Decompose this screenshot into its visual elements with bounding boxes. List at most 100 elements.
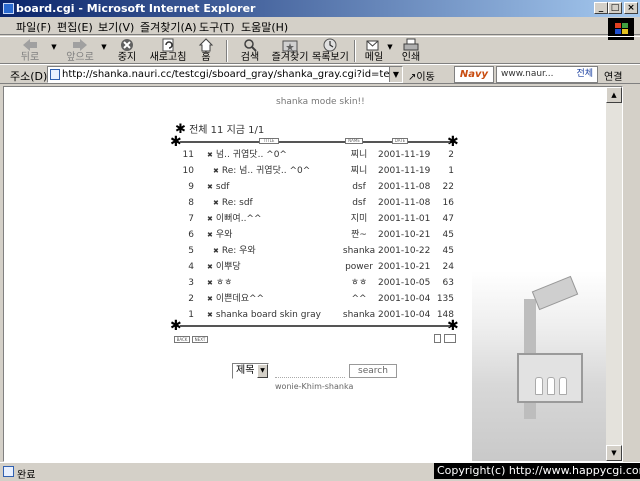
table-row[interactable]: 1 ✖ shanka board skin gray shanka 2001-10-04… [4, 307, 622, 323]
close-button[interactable]: × [624, 2, 638, 14]
post-subject-link[interactable]: ✖ 넘.. 귀엽닷.. ^0^ [207, 147, 287, 163]
links-button[interactable]: 연결 [604, 68, 622, 83]
history-icon [323, 38, 337, 52]
search-button[interactable]: 검색 [236, 37, 264, 65]
post-hits: 135 [436, 294, 454, 304]
post-hits: 16 [442, 198, 454, 208]
printer-icon [403, 38, 419, 51]
table-row[interactable]: 2 ✖ 이쁜데요^^ ^^ 2001-10-04 135 [4, 291, 622, 307]
search-input[interactable] [275, 366, 345, 378]
navy-search-input[interactable]: www.naur... 전체 [496, 66, 598, 83]
maximize-button[interactable]: □ [608, 2, 622, 14]
print-button[interactable]: 인쇄 [398, 37, 424, 65]
table-row[interactable]: 9 ✖ sdf dsf 2001-11-08 22 [4, 179, 622, 195]
post-subject-link[interactable]: ✖ 이쁜데요^^ [207, 291, 264, 307]
post-hits: 22 [442, 182, 454, 192]
menu-view[interactable]: 보기(V) [98, 19, 134, 35]
table-row[interactable]: 7 ✖ 이뻐여..^^ 지미 2001-11-01 47 [4, 211, 622, 227]
navy-logo[interactable]: Navy [454, 66, 494, 83]
post-subject-link[interactable]: ✖ Re: sdf [213, 195, 253, 211]
post-author: shanka [342, 310, 376, 320]
post-subject-link[interactable]: ✖ Re: 넘.. 귀엽닷.. ^0^ [213, 163, 310, 179]
post-author: ^^ [351, 294, 367, 304]
skin-title: shanka mode skin!! [276, 97, 365, 107]
table-row[interactable]: 8 ✖ Re: sdf dsf 2001-11-08 16 [4, 195, 622, 211]
search-field-select[interactable]: 제목 ▼ [232, 363, 269, 379]
table-row[interactable]: 3 ✖ ㅎㅎ ㅎㅎ 2001-10-05 63 [4, 275, 622, 291]
page-content: ▲ ▼ shanka mode skin!! ✱ 전체 11 지금 1/1 ✱ … [3, 86, 623, 462]
post-hits: 63 [442, 278, 454, 288]
post-hits: 47 [442, 214, 454, 224]
post-number: 6 [188, 230, 194, 240]
header-rule [180, 141, 450, 143]
menu-file[interactable]: 파일(F) [16, 19, 51, 35]
go-button[interactable]: ↗이동 [408, 68, 435, 83]
bullet-icon: ✖ [207, 279, 213, 287]
search-submit-button[interactable]: search [349, 364, 397, 378]
post-date: 2001-11-08 [378, 198, 431, 208]
post-hits: 2 [448, 150, 454, 160]
bullet-icon: ✖ [213, 247, 219, 255]
post-subject-link[interactable]: ✖ 우와 [207, 227, 232, 243]
scroll-down-icon[interactable]: ▼ [606, 445, 622, 461]
menu-help[interactable]: 도움말(H) [241, 19, 288, 35]
post-date: 2001-10-04 [378, 294, 431, 304]
copyright-banner: Copyright(c) http://www.happycgi.com [434, 463, 640, 479]
next-page-button[interactable]: NEXT [192, 336, 208, 343]
search-icon [244, 39, 257, 52]
address-input[interactable]: http://shanka.nauri.cc/testcgi/sboard_gr… [47, 66, 403, 83]
bullet-icon: ✖ [207, 295, 213, 303]
menu-edit[interactable]: 편집(E) [57, 19, 93, 35]
post-author: 짠~ [351, 230, 367, 240]
post-number: 7 [188, 214, 194, 224]
bullet-icon: ✖ [207, 311, 213, 319]
page-icon [50, 69, 60, 80]
table-row[interactable]: 10 ✖ Re: 넘.. 귀엽닷.. ^0^ 찌니 2001-11-19 1 [4, 163, 622, 179]
post-date: 2001-10-21 [378, 262, 431, 272]
post-subject-link[interactable]: ✖ 이뻐여..^^ [207, 211, 262, 227]
back-page-button[interactable]: BACK [174, 336, 190, 343]
stop-button[interactable]: 중지 [112, 37, 142, 65]
forward-button[interactable]: 앞으로 [62, 37, 98, 65]
post-subject-link[interactable]: ✖ sdf [207, 179, 229, 195]
table-row[interactable]: 11 ✖ 넘.. 귀엽닷.. ^0^ 찌니 2001-11-19 2 [4, 147, 622, 163]
menu-favorites[interactable]: 즐겨찾기(A) [140, 19, 197, 35]
minimize-button[interactable]: _ [594, 2, 608, 14]
post-date: 2001-11-08 [378, 182, 431, 192]
back-button[interactable]: 뒤로 [14, 37, 46, 65]
header-date-tag: DATE [392, 138, 408, 144]
scroll-up-icon[interactable]: ▲ [606, 87, 622, 103]
post-subject-link[interactable]: ✖ ㅎㅎ [207, 275, 232, 291]
standard-toolbar: 뒤로 ▼ 앞으로 ▼ 중지 새로고침 홈 검색 즐겨찾기 목록보기 메일 ▼ 인… [0, 36, 640, 64]
favorites-button[interactable]: 즐겨찾기 [268, 37, 312, 65]
forward-arrow-icon [73, 39, 87, 51]
table-row[interactable]: 5 ✖ Re: 우와 shanka 2001-10-22 45 [4, 243, 622, 259]
post-author: 찌니 [350, 166, 368, 176]
mail-icon [366, 40, 379, 51]
address-dropdown-icon[interactable]: ▼ [389, 67, 402, 82]
post-subject-link[interactable]: ✖ 이뿌당 [207, 259, 241, 275]
post-subject-link[interactable]: ✖ shanka board skin gray [207, 307, 321, 323]
trash-icon[interactable] [434, 334, 441, 343]
toolbar-separator [226, 40, 228, 62]
post-date: 2001-10-22 [378, 246, 431, 256]
table-row[interactable]: 4 ✖ 이뿌당 power 2001-10-21 24 [4, 259, 622, 275]
post-number: 10 [182, 166, 194, 176]
menu-tools[interactable]: 도구(T) [199, 19, 235, 35]
browser-window: board.cgi - Microsoft Internet Explorer … [0, 0, 640, 481]
post-author: shanka [342, 246, 376, 256]
navy-all-button[interactable]: 전체 [576, 67, 593, 82]
footer-rule [180, 325, 450, 327]
bullet-icon: ✖ [207, 151, 213, 159]
history-button[interactable]: 목록보기 [312, 37, 349, 65]
post-subject-link[interactable]: ✖ Re: 우와 [213, 243, 256, 259]
mail-button[interactable]: 메일 [362, 37, 386, 65]
post-author: 찌니 [350, 150, 368, 160]
home-button[interactable]: 홈 [194, 37, 218, 65]
post-date: 2001-11-19 [378, 150, 431, 160]
refresh-button[interactable]: 새로고침 [146, 37, 190, 65]
write-icon[interactable] [444, 334, 456, 343]
table-row[interactable]: 6 ✖ 우와 짠~ 2001-10-21 45 [4, 227, 622, 243]
address-bar: 주소(D) http://shanka.nauri.cc/testcgi/sbo… [0, 64, 640, 84]
post-date: 2001-10-21 [378, 230, 431, 240]
